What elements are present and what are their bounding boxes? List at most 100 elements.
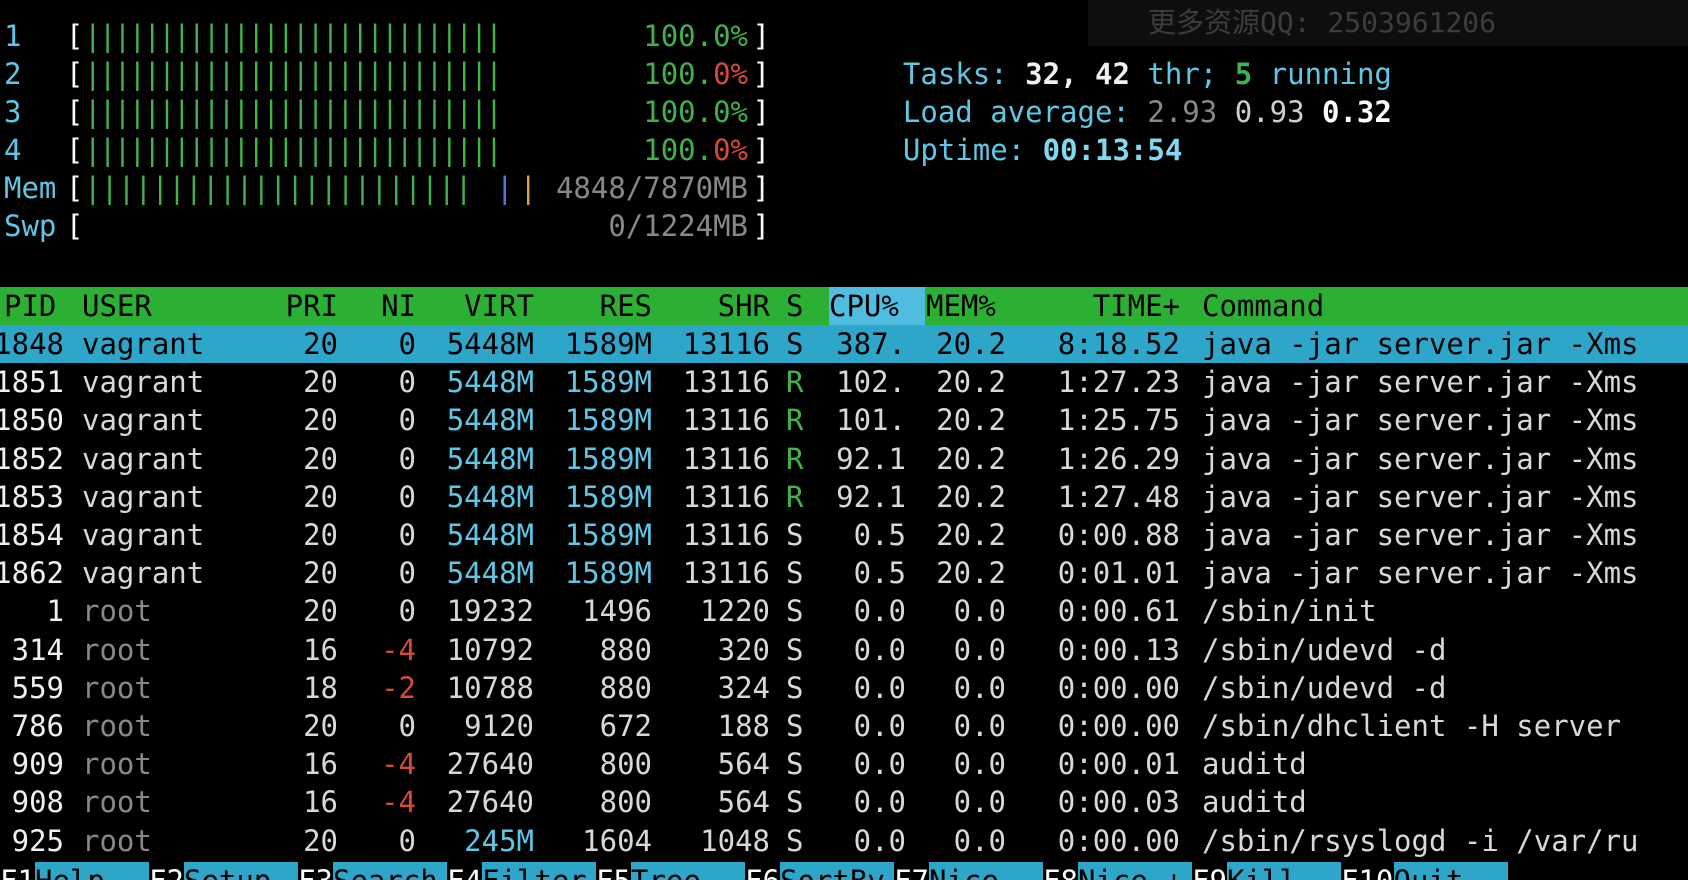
cell-s: S — [786, 594, 804, 628]
cell-pri: 18 — [303, 671, 338, 705]
cell-res: 1589M — [564, 442, 652, 476]
meter-value-main: 100. — [643, 57, 714, 91]
header-cpu[interactable]: CPU% — [829, 287, 925, 325]
meter-bracket-left: [ — [66, 133, 84, 167]
cell-cpu: 0.0 — [853, 824, 906, 858]
meter-value: 0/1224MB — [608, 207, 748, 245]
cell-cmd: java -jar server.jar -Xms — [1202, 518, 1639, 552]
process-table-header[interactable]: PID USER PRI NI VIRT RES SHR S CPU% MEM%… — [0, 287, 1688, 325]
cell-pri: 20 — [303, 365, 338, 399]
cell-s: S — [786, 518, 804, 552]
cell-pid: 908 — [11, 785, 64, 819]
cell-cmd: java -jar server.jar -Xms — [1202, 327, 1639, 361]
fkey-f8[interactable]: F8 — [1043, 862, 1078, 880]
fkey-f6[interactable]: F6 — [745, 862, 780, 880]
process-row[interactable]: 1854 vagrant 20 0 5448M 1589M 13116 S 0.5 20.2 0:0… — [0, 516, 1688, 554]
cell-cpu: 0.0 — [853, 633, 906, 667]
cell-cmd: /sbin/udevd -d — [1202, 633, 1447, 667]
fkey-label-nice[interactable]: Nice + — [1078, 862, 1192, 880]
header-command[interactable]: Command — [1202, 287, 1688, 325]
header-res[interactable]: RES — [534, 287, 652, 325]
fkey-label-filter[interactable]: Filter — [482, 862, 596, 880]
process-row-selected[interactable]: 1848 vagrant 20 0 5448M 1589M 13116 S 387. 20.2 8:… — [0, 325, 1688, 363]
cell-ni: 0 — [398, 594, 416, 628]
process-row[interactable]: 925 root 20 0 245M 1604 1048 S 0.0 0.0 0:00.00/sbi… — [0, 822, 1688, 860]
cell-s: S — [786, 556, 804, 590]
header-virt[interactable]: VIRT — [416, 287, 534, 325]
fkey-label-quit[interactable]: Quit — [1393, 862, 1508, 880]
process-row[interactable]: 786 root 20 0 9120 672 188 S 0.0 0.0 0:00.00/sbin/… — [0, 707, 1688, 745]
fkey-f4[interactable]: F4 — [447, 862, 482, 880]
cell-cmd: java -jar server.jar -Xms — [1202, 480, 1639, 514]
process-row[interactable]: 1850 vagrant 20 0 5448M 1589M 13116 R 101. 20.2 1:… — [0, 401, 1688, 439]
header-time[interactable]: TIME+ — [1006, 287, 1180, 325]
cell-shr: 1220 — [700, 594, 770, 628]
cell-cmd: /sbin/udevd -d — [1202, 671, 1447, 705]
cell-shr: 320 — [717, 633, 770, 667]
fkey-label-tree[interactable]: Tree — [631, 862, 745, 880]
process-row[interactable]: 314 root 16 -4 10792 880 320 S 0.0 0.0 0:00.13/sbi… — [0, 631, 1688, 669]
cell-user: root — [82, 594, 152, 628]
fkey-f5[interactable]: F5 — [596, 862, 631, 880]
meter-row: Swp [0/1224MB] — [0, 207, 770, 245]
header-pri[interactable]: PRI — [272, 287, 338, 325]
cell-virt: 5448M — [446, 518, 534, 552]
cell-time: 1:27.48 — [1057, 480, 1180, 514]
header-shr[interactable]: SHR — [652, 287, 770, 325]
process-row[interactable]: 908 root 16 -4 27640 800 564 S 0.0 0.0 0:00.03 audi… — [0, 783, 1688, 821]
cell-s: R — [786, 403, 804, 437]
cell-cpu: 0.5 — [853, 556, 906, 590]
header-user[interactable]: USER — [82, 287, 272, 325]
header-ni[interactable]: NI — [338, 287, 416, 325]
fkey-f1[interactable]: F1 — [0, 862, 35, 880]
cell-shr: 564 — [717, 785, 770, 819]
cell-s: S — [786, 785, 804, 819]
process-row[interactable]: 1852 vagrant 20 0 5448M 1589M 13116 R 92.1 20.2 1:… — [0, 440, 1688, 478]
process-row[interactable]: 909 root 16 -4 27640 800 564 S 0.0 0.0 0:00.01 audi… — [0, 745, 1688, 783]
cell-cpu: 92.1 — [836, 442, 906, 476]
cell-pri: 16 — [303, 785, 338, 819]
fkey-f2[interactable]: F2 — [149, 862, 184, 880]
cell-s: R — [786, 442, 804, 476]
fkey-f9[interactable]: F9 — [1192, 862, 1227, 880]
header-pid[interactable]: PID — [4, 287, 74, 325]
fkey-f7[interactable]: F7 — [894, 862, 929, 880]
cell-ni: 0 — [398, 480, 416, 514]
cell-mem: 0.0 — [953, 747, 1006, 781]
process-row[interactable]: 1 root 20 0 19232 1496 1220 S 0.0 0.0 0:00.61/sbin… — [0, 592, 1688, 630]
fkey-label-nice[interactable]: Nice - — [929, 862, 1043, 880]
cell-cmd: java -jar server.jar -Xms — [1202, 365, 1639, 399]
cell-shr: 13116 — [682, 556, 770, 590]
fkey-f3[interactable]: F3 — [298, 862, 333, 880]
process-row[interactable]: 559 root 18 -2 10788 880 324 S 0.0 0.0 0:00.00/sbi… — [0, 669, 1688, 707]
meter-value: 100.0% — [643, 17, 748, 55]
cell-time: 0:00.01 — [1057, 747, 1180, 781]
cell-res: 880 — [599, 633, 652, 667]
fkey-label-search[interactable]: Search — [333, 862, 447, 880]
meter-bar: |||||||||||||||||||||||||||| — [84, 57, 503, 91]
meter-value-suffix: 0% — [713, 95, 748, 129]
header-state[interactable]: S — [786, 287, 810, 325]
process-row[interactable]: 1851 vagrant 20 0 5448M 1589M 13116 R 102. 20.2 1:… — [0, 363, 1688, 401]
fkey-label-setup[interactable]: Setup — [184, 862, 298, 880]
cell-ni: -2 — [381, 671, 416, 705]
meter-label: 1 — [4, 19, 22, 53]
cell-time: 1:26.29 — [1057, 442, 1180, 476]
process-row[interactable]: 1862 vagrant 20 0 5448M 1589M 13116 S 0.5 20.2 0:0… — [0, 554, 1688, 592]
meter-value: 4848/7870MB — [556, 169, 748, 207]
process-row[interactable]: 1853 vagrant 20 0 5448M 1589M 13116 R 92.1 20.2 1:… — [0, 478, 1688, 516]
cell-time: 0:01.01 — [1057, 556, 1180, 590]
cell-mem: 0.0 — [953, 709, 1006, 743]
cell-res: 880 — [599, 671, 652, 705]
fkey-label-kill[interactable]: Kill — [1227, 862, 1341, 880]
cell-virt: 10792 — [446, 633, 534, 667]
fkey-label-sortby[interactable]: SortBy — [780, 862, 894, 880]
cell-pid: 1851 — [0, 365, 64, 399]
fkey-label-help[interactable]: Help — [35, 862, 149, 880]
cell-cpu: 102. — [836, 365, 906, 399]
fkey-f10[interactable]: F10 — [1341, 862, 1393, 880]
cell-ni: 0 — [398, 442, 416, 476]
cell-res: 1589M — [564, 518, 652, 552]
cell-shr: 324 — [717, 671, 770, 705]
cell-mem: 0.0 — [953, 633, 1006, 667]
